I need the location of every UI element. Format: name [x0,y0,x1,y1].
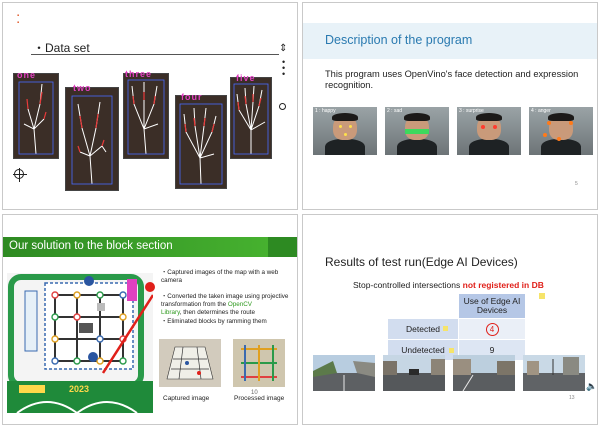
processed-image [233,339,285,387]
road-photo-4 [523,355,585,391]
hand-label-one: one [17,70,37,80]
page-number: 10 [251,390,258,396]
bullet-2: ・Converted the taken image using project… [161,293,289,316]
hand-image-one [13,73,59,159]
bullet-markers: ▪ ▪ [17,13,20,26]
subtitle-red: not registered in DB [462,280,544,290]
hand-image-five [230,77,272,159]
road-photo-3 [453,355,515,391]
robot-marker [145,282,155,292]
face-label: 3 : surprise [459,108,484,114]
face-image-happy [313,107,377,155]
page-number: 5 [575,181,578,187]
opencv-text: OpenCV [227,301,252,308]
hand-image-two [65,87,119,191]
slide-body-text: This program uses OpenVino's face detect… [325,69,579,90]
slide-description[interactable]: Description of the program This program … [302,2,598,210]
face-label: 1 : happy [315,108,336,114]
results-table: Use of Edge AI Devices Detected 4 Undete… [387,293,526,361]
comment-marker[interactable] [449,348,454,353]
bullet-3: ・Eliminated blocks by ramming them [161,318,267,325]
hand-image-three [123,73,169,159]
caption-captured: Captured image [163,395,210,402]
crosshair-icon[interactable] [13,168,27,182]
face-label: 4 : anger [531,108,551,114]
face-label: 2 : sad [387,108,403,114]
slide-subtitle: Stop-controlled intersections not regist… [353,280,544,290]
hand-image-four [175,95,227,189]
road-photo-1 [313,355,375,391]
start-marker [127,279,137,301]
hand-label-two: two [73,83,92,93]
face-image-anger [529,107,593,155]
table-header: Use of Edge AI Devices [458,293,526,319]
slide-title: Our solution to the block section [9,240,173,252]
slide-results[interactable]: Results of test run(Edge AI Devices) Sto… [302,214,598,425]
move-icon[interactable]: ⇕ [279,43,287,54]
slide-title: Description of the program [325,33,473,47]
comment-marker[interactable] [443,326,448,331]
map-year: 2023 [69,384,90,394]
hand-label-four: four [181,92,203,102]
slide-block-section[interactable]: Our solution to the block section 2023 ・… [2,214,298,425]
comment-marker[interactable] [539,293,545,299]
face-image-surprise [457,107,521,155]
title-bar-accent [268,237,297,257]
face-image-sad [385,107,449,155]
caption-processed: Processed image [234,395,285,402]
road-photo-2 [383,355,445,391]
page-number: 13 [569,395,575,401]
captured-image [159,339,221,387]
speaker-icon[interactable]: 🔈 [586,381,597,392]
row-value-detected: 4 [458,318,526,340]
title-underline [31,54,279,55]
hand-label-three: three [125,69,153,79]
slide-data-set[interactable]: ▪ ▪ ・Data set ⇕ • • • one two three four fi… [2,2,298,210]
hand-label-five: five [236,73,256,83]
slide-title: Results of test run(Edge AI Devices) [325,255,518,269]
more-icon[interactable]: • • • [282,58,285,79]
close-icon[interactable] [279,103,286,110]
bullet-1: ・Captured images of the map with a web c… [161,269,279,284]
